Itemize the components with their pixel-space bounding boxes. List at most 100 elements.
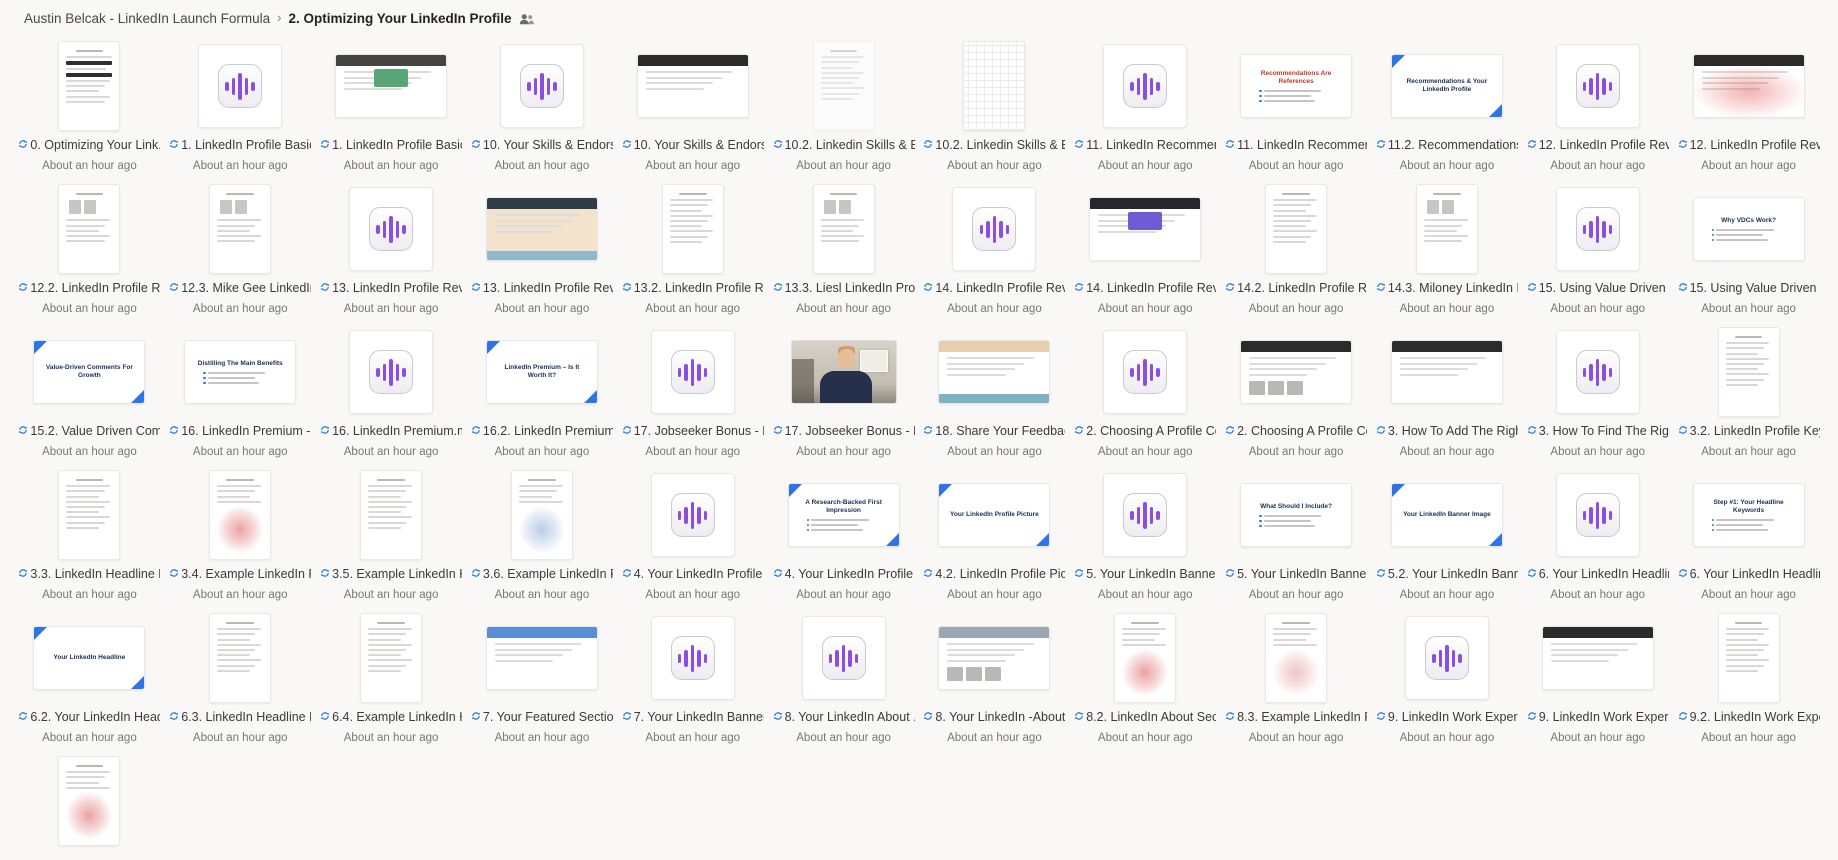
file-tile[interactable]: Distilling The Main Benefits 16. LinkedI… — [165, 324, 316, 467]
file-tile[interactable]: 10.2. Linkedin Skills & E... About an ho… — [768, 38, 919, 181]
file-tile[interactable]: LinkedIn Premium – Is It Worth It? 16.2.… — [466, 324, 617, 467]
file-tile[interactable]: 14.3. Miloney LinkedIn P... About an hou… — [1371, 181, 1522, 324]
file-thumbnail: Recommendations & Your LinkedIn Profile — [1391, 38, 1503, 134]
file-tile[interactable]: 7. Your LinkedIn Banner ... About an hou… — [617, 610, 768, 753]
file-tile[interactable]: What Should I Include? 5. Your LinkedIn … — [1221, 467, 1372, 610]
file-tile[interactable]: A Research-Backed First Impression 4. Yo… — [768, 467, 919, 610]
file-tile[interactable]: 3.6. Example LinkedIn Pr... About an hou… — [466, 467, 617, 610]
thumb-decoration — [1589, 221, 1593, 238]
file-thumbnail — [637, 38, 749, 134]
file-name: 17. Jobseeker Bonus - H... — [785, 424, 915, 438]
file-tile[interactable]: 10. Your Skills & Endors... About an hou… — [617, 38, 768, 181]
file-tile[interactable]: 8.3. Example LinkedIn Pr... About an hou… — [1221, 610, 1372, 753]
audio-waveform-icon — [671, 493, 715, 537]
thumb-decoration — [377, 479, 405, 481]
file-tile[interactable]: 9.2. LinkedIn Work Expe... About an hour… — [1673, 610, 1824, 753]
thumb-decoration — [226, 479, 254, 481]
file-tile[interactable]: 12.3. Mike Gee LinkedIn... About an hour… — [165, 181, 316, 324]
file-tile[interactable]: 10.2. Linkedin Skills & E... About an ho… — [919, 38, 1070, 181]
file-tile[interactable]: 6. Your LinkedIn Headlin... About an hou… — [1522, 467, 1673, 610]
file-tile[interactable]: 4. Your LinkedIn Profile ... About an ho… — [617, 467, 768, 610]
file-tile[interactable]: 7. Your Featured Section... About an hou… — [466, 610, 617, 753]
file-tile[interactable]: 13.3. Liesl LinkedIn Profi... About an h… — [768, 181, 919, 324]
thumb-decoration — [1150, 507, 1154, 524]
file-tile[interactable]: 15. Using Value Driven ... About an hour… — [1522, 181, 1673, 324]
file-name: 9. LinkedIn Work Experi... — [1539, 710, 1669, 724]
sync-status-icon — [1225, 565, 1235, 583]
file-tile[interactable]: 2. Choosing A Profile Co... About an hou… — [1070, 324, 1221, 467]
file-tile[interactable]: 12.2. LinkedIn Profile Re... About an ho… — [14, 181, 165, 324]
file-tile[interactable]: Why VDCs Work? 15. Using Value Driven ..… — [1673, 181, 1824, 324]
file-tile[interactable]: 6.4. Example LinkedIn H... About an hour… — [316, 610, 467, 753]
file-tile[interactable]: Step #1: Your Headline Keywords 6. Your … — [1673, 467, 1824, 610]
file-tile[interactable]: 3.2. LinkedIn Profile Key... About an ho… — [1673, 324, 1824, 467]
file-tile[interactable]: Recommendations Are References 11. Linke… — [1221, 38, 1372, 181]
file-tile[interactable]: 2. Choosing A Profile Co... About an hou… — [1221, 324, 1372, 467]
file-tile[interactable]: 9. LinkedIn Work Experi... About an hour… — [1522, 610, 1673, 753]
file-tile[interactable] — [14, 753, 165, 860]
thumb-decoration — [839, 200, 851, 214]
file-tile[interactable]: 3. How To Add The Righ... About an hour … — [1371, 324, 1522, 467]
file-tile[interactable]: 3. How To Find The Righ... About an hour… — [1522, 324, 1673, 467]
thumb-decoration — [679, 193, 707, 195]
thumb-decoration — [1122, 644, 1166, 646]
file-tile[interactable]: 1. LinkedIn Profile Basic... About an ho… — [165, 38, 316, 181]
file-tile[interactable]: 10. Your Skills & Endors... About an hou… — [466, 38, 617, 181]
thumb-decoration — [66, 101, 104, 103]
thumb-decoration — [217, 639, 250, 641]
file-tile[interactable]: 5. Your LinkedIn Banner ... About an hou… — [1070, 467, 1221, 610]
file-tile[interactable]: 13. LinkedIn Profile Revi... About an ho… — [466, 181, 617, 324]
file-tile[interactable]: 13. LinkedIn Profile Revi... About an ho… — [316, 181, 467, 324]
sync-status-icon — [923, 565, 933, 583]
file-tile[interactable]: 8. Your LinkedIn About ... About an hour… — [768, 610, 919, 753]
thumb-decoration — [1273, 649, 1319, 696]
file-tile[interactable]: 8. Your LinkedIn -About... About an hour… — [919, 610, 1070, 753]
file-tile[interactable]: Your LinkedIn Banner Image 5.2. Your Lin… — [1371, 467, 1522, 610]
sync-status-icon — [1678, 422, 1688, 440]
thumb-decoration — [1400, 374, 1458, 376]
thumb-decoration — [670, 204, 708, 206]
sync-status-icon — [622, 136, 632, 154]
file-tile[interactable]: Value-Driven Comments For Growth 15.2. V… — [14, 324, 165, 467]
thumb-decoration — [217, 485, 261, 487]
file-tile[interactable]: 8.2. LinkedIn About Sect... About an hou… — [1070, 610, 1221, 753]
audio-file-thumbnail — [1103, 330, 1187, 414]
file-tile[interactable]: 6.3. LinkedIn Headline K... About an hou… — [165, 610, 316, 753]
thumb-decoration — [1583, 511, 1587, 520]
file-tile[interactable]: 0. Optimizing Your Link... About an hour… — [14, 38, 165, 181]
file-tile[interactable]: 17. Jobseeker Bonus - H... About an hour… — [768, 324, 919, 467]
file-tile[interactable]: 12. LinkedIn Profile Revi... About an ho… — [1673, 38, 1824, 181]
file-tile[interactable]: 14. LinkedIn Profile Revi... About an ho… — [919, 181, 1070, 324]
file-name: 2. Choosing A Profile Co... — [1237, 424, 1367, 438]
thumb-decoration: Recommendations & Your LinkedIn Profile — [1401, 78, 1493, 94]
file-tile[interactable]: 17. Jobseeker Bonus - H... About an hour… — [617, 324, 768, 467]
thumb-decoration — [1735, 336, 1763, 338]
thumb-decoration — [821, 72, 865, 74]
file-tile[interactable]: Your LinkedIn Headline 6.2. Your LinkedI… — [14, 610, 165, 753]
file-tile[interactable]: 3.3. LinkedIn Headline K... About an hou… — [14, 467, 165, 610]
file-tile[interactable]: Recommendations & Your LinkedIn Profile … — [1371, 38, 1522, 181]
file-tile[interactable]: 11. LinkedIn Recommen... About an hour a… — [1070, 38, 1221, 181]
file-tile[interactable]: 12. LinkedIn Profile Revi... About an ho… — [1522, 38, 1673, 181]
file-tile[interactable]: 9. LinkedIn Work Experi... About an hour… — [1371, 610, 1522, 753]
file-thumbnail — [938, 324, 1050, 420]
file-tile[interactable]: 18. Share Your Feedbac... About an hour … — [919, 324, 1070, 467]
breadcrumb-parent-folder[interactable]: Austin Belcak - LinkedIn Launch Formula — [24, 11, 270, 26]
file-tile[interactable]: 3.5. Example LinkedIn H... About an hour… — [316, 467, 467, 610]
file-tile[interactable]: 1. LinkedIn Profile Basic... About an ho… — [316, 38, 467, 181]
file-tile[interactable]: 13.2. LinkedIn Profile Re... About an ho… — [617, 181, 768, 324]
thumb-decoration: Recommendations Are References — [1250, 70, 1342, 86]
file-timestamp: About an hour ago — [1701, 446, 1796, 458]
file-tile[interactable]: 14.2. LinkedIn Profile Re... About an ho… — [1221, 181, 1372, 324]
file-tile[interactable]: 3.4. Example LinkedIn Pr... About an hou… — [165, 467, 316, 610]
audio-waveform-icon — [671, 636, 715, 680]
audio-file-thumbnail — [802, 616, 886, 700]
thumb-decoration — [1156, 82, 1160, 91]
file-tile[interactable]: 16. LinkedIn Premium.m... About an hour … — [316, 324, 467, 467]
file-tile[interactable]: Your LinkedIn Profile Picture 4.2. Linke… — [919, 467, 1070, 610]
thumb-decoration — [1589, 78, 1593, 95]
thumb-decoration — [519, 490, 557, 492]
file-tile[interactable]: 14. LinkedIn Profile Revi... About an ho… — [1070, 181, 1221, 324]
thumb-decoration — [638, 66, 748, 117]
audio-waveform-icon — [1576, 493, 1620, 537]
